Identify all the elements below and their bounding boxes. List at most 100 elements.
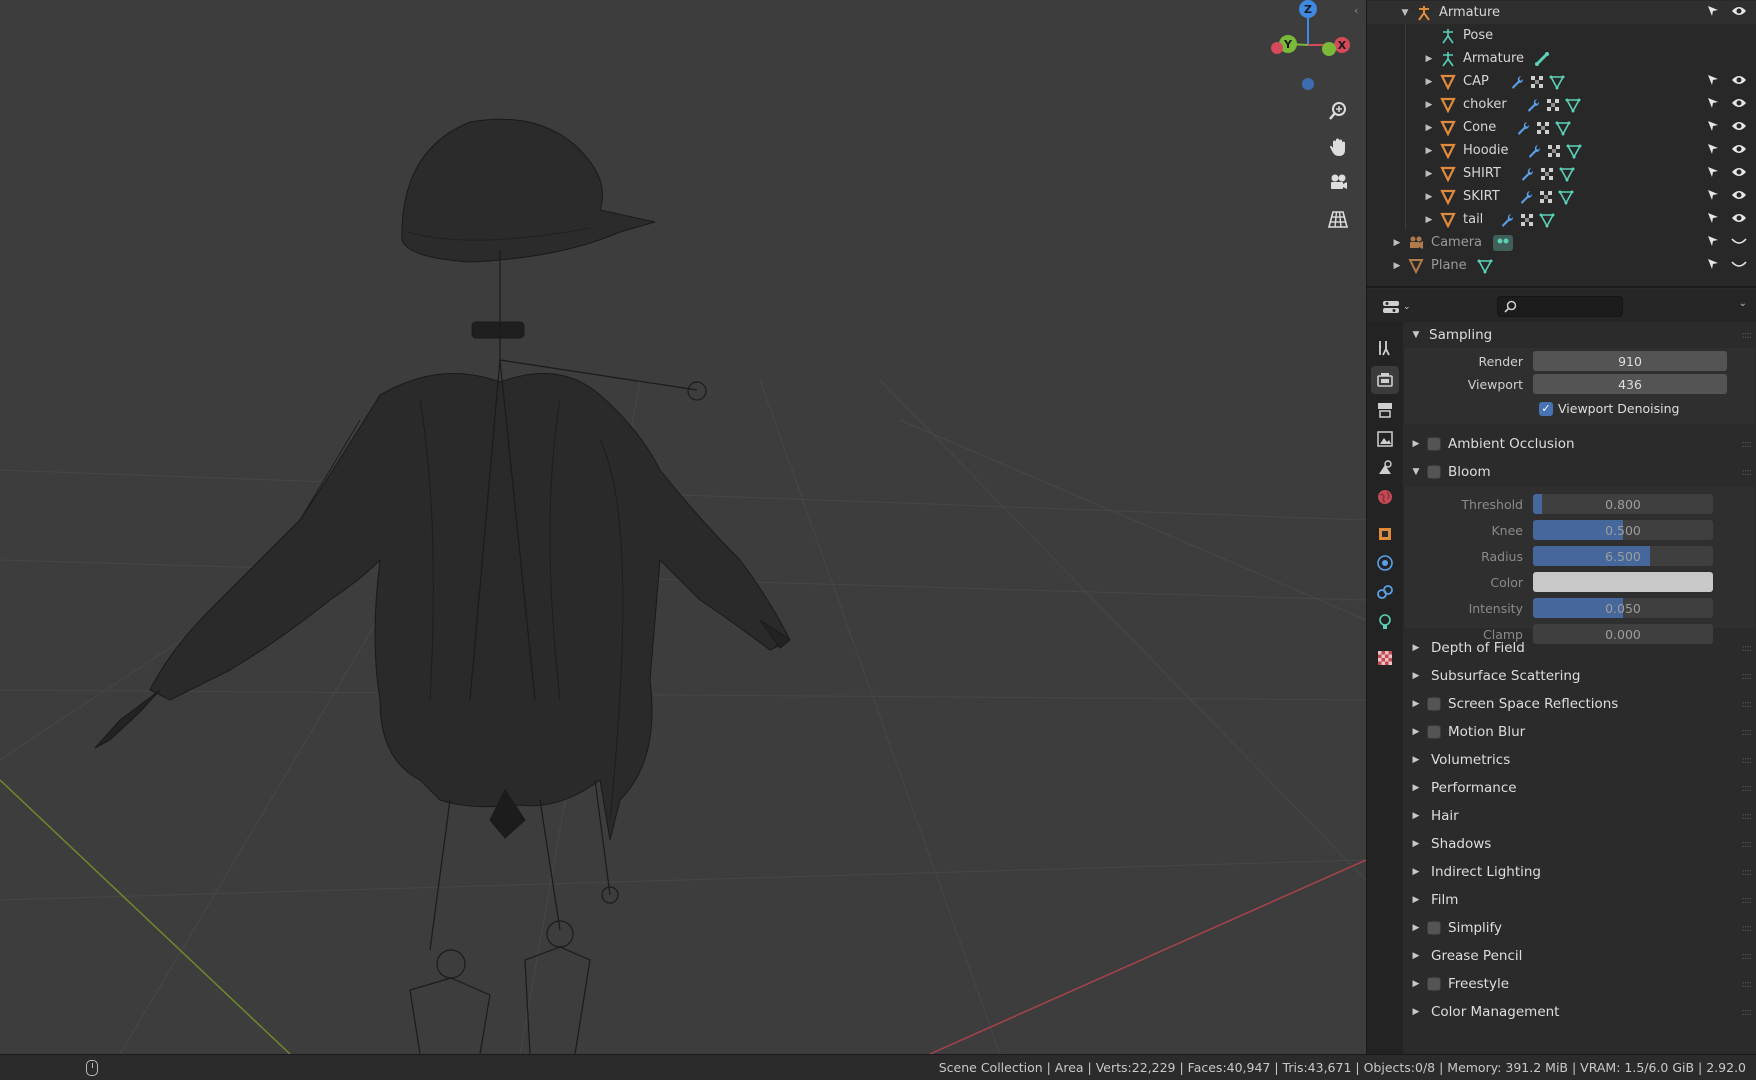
intensity-field[interactable]: 0.050: [1533, 598, 1713, 618]
mesh-data-icon[interactable]: [1565, 97, 1581, 113]
panel-color-management[interactable]: ▶ Color Management::::: [1405, 1000, 1755, 1024]
drag-grip-icon[interactable]: ::::: [1742, 979, 1753, 990]
mesh-data-icon[interactable]: [1555, 120, 1571, 136]
expand-triangle-icon[interactable]: ▶: [1423, 146, 1435, 156]
panel-shadows[interactable]: ▶ Shadows::::: [1405, 832, 1755, 856]
outliner-item-pose[interactable]: Pose: [1367, 24, 1756, 47]
outliner[interactable]: ▼ Armature Pose ▶ Armature ▶ CAP ▶ choker ▶ C…: [1367, 0, 1756, 288]
3d-viewport[interactable]: Z X Y ‹: [0, 0, 1366, 1054]
panel-hair[interactable]: ▶ Hair::::: [1405, 804, 1755, 828]
drag-grip-icon[interactable]: ::::: [1742, 699, 1753, 710]
panel-bloom[interactable]: ▼ Bloom ::::: [1405, 460, 1755, 484]
panel-enable-checkbox[interactable]: [1427, 465, 1441, 479]
tab-object[interactable]: [1371, 520, 1399, 548]
drag-grip-icon[interactable]: ::::: [1742, 755, 1753, 766]
tab-texture[interactable]: [1371, 644, 1399, 672]
mesh-data-icon[interactable]: [1539, 212, 1555, 228]
wrench-icon[interactable]: [1526, 143, 1542, 159]
mesh-data-icon[interactable]: [1566, 143, 1582, 159]
expand-triangle-icon[interactable]: ▶: [1423, 123, 1435, 133]
expand-triangle-icon[interactable]: ▶: [1423, 77, 1435, 87]
panel-screen-space-reflections[interactable]: ▶ Screen Space Reflections::::: [1405, 692, 1755, 716]
panel-depth-of-field[interactable]: ▶ Depth of Field::::: [1405, 636, 1755, 660]
tab-tool[interactable]: [1371, 334, 1399, 362]
eye-closed-icon[interactable]: [1731, 235, 1747, 251]
eye-icon[interactable]: [1731, 212, 1747, 228]
bone-icon[interactable]: [1534, 51, 1550, 67]
outliner-item-mesh[interactable]: ▶ CAP: [1367, 70, 1756, 93]
outliner-item-camera[interactable]: ▶ Camera: [1367, 231, 1756, 254]
panel-motion-blur[interactable]: ▶ Motion Blur::::: [1405, 720, 1755, 744]
eye-icon[interactable]: [1731, 143, 1747, 159]
wrench-icon[interactable]: [1499, 212, 1515, 228]
mesh-data-icon[interactable]: [1558, 189, 1574, 205]
select-arrow-icon[interactable]: [1707, 143, 1719, 159]
outliner-item-armature[interactable]: ▼ Armature: [1367, 1, 1756, 24]
drag-grip-icon[interactable]: ::::: [1742, 867, 1753, 878]
editor-type-button[interactable]: ⌄: [1382, 296, 1416, 318]
select-arrow-icon[interactable]: [1707, 5, 1719, 21]
radius-field[interactable]: 6.500: [1533, 546, 1713, 566]
expand-triangle-icon[interactable]: ▶: [1423, 100, 1435, 110]
tab-physics[interactable]: [1371, 549, 1399, 577]
outliner-item-mesh[interactable]: ▶ Hoodie: [1367, 139, 1756, 162]
select-arrow-icon[interactable]: [1707, 258, 1719, 274]
drag-grip-icon[interactable]: ::::: [1742, 467, 1753, 478]
drag-grip-icon[interactable]: ::::: [1742, 671, 1753, 682]
tab-constraints[interactable]: [1371, 578, 1399, 606]
outliner-item-mesh[interactable]: ▶ SKIRT: [1367, 185, 1756, 208]
panel-simplify[interactable]: ▶ Simplify::::: [1405, 916, 1755, 940]
vertex-groups-icon[interactable]: [1519, 212, 1535, 228]
expand-triangle-icon[interactable]: ▶: [1391, 238, 1403, 248]
select-arrow-icon[interactable]: [1707, 166, 1719, 182]
panel-enable-checkbox[interactable]: [1427, 977, 1441, 991]
expand-triangle-icon[interactable]: ▶: [1423, 169, 1435, 179]
wrench-icon[interactable]: [1518, 189, 1534, 205]
knee-field[interactable]: 0.500: [1533, 520, 1713, 540]
vertex-groups-icon[interactable]: [1546, 143, 1562, 159]
eye-icon[interactable]: [1731, 166, 1747, 182]
select-arrow-icon[interactable]: [1707, 212, 1719, 228]
outliner-item-armature-data[interactable]: ▶ Armature: [1367, 47, 1756, 70]
drag-grip-icon[interactable]: ::::: [1742, 783, 1753, 794]
grid-icon[interactable]: [1322, 203, 1354, 235]
panel-volumetrics[interactable]: ▶ Volumetrics::::: [1405, 748, 1755, 772]
panel-indirect-lighting[interactable]: ▶ Indirect Lighting::::: [1405, 860, 1755, 884]
wrench-icon[interactable]: [1525, 97, 1541, 113]
eye-icon[interactable]: [1731, 97, 1747, 113]
threshold-field[interactable]: 0.800: [1533, 494, 1713, 514]
panel-enable-checkbox[interactable]: [1427, 725, 1441, 739]
vertex-groups-icon[interactable]: [1545, 97, 1561, 113]
vertex-groups-icon[interactable]: [1539, 166, 1555, 182]
color-swatch[interactable]: [1533, 572, 1713, 592]
outliner-item-mesh[interactable]: ▶ Cone: [1367, 116, 1756, 139]
eye-icon[interactable]: [1731, 120, 1747, 136]
vertex-groups-icon[interactable]: [1535, 120, 1551, 136]
panel-grease-pencil[interactable]: ▶ Grease Pencil::::: [1405, 944, 1755, 968]
panel-film[interactable]: ▶ Film::::: [1405, 888, 1755, 912]
tab-scene[interactable]: [1371, 454, 1399, 482]
viewport-samples-field[interactable]: 436: [1533, 374, 1727, 394]
drag-grip-icon[interactable]: ::::: [1742, 923, 1753, 934]
expand-triangle-icon[interactable]: ▶: [1423, 54, 1435, 64]
vertex-groups-icon[interactable]: [1529, 74, 1545, 90]
mesh-data-icon[interactable]: [1549, 74, 1565, 90]
panel-freestyle[interactable]: ▶ Freestyle::::: [1405, 972, 1755, 996]
drag-grip-icon[interactable]: ::::: [1742, 1007, 1753, 1018]
wrench-icon[interactable]: [1509, 74, 1525, 90]
outliner-item-mesh[interactable]: ▶ choker: [1367, 93, 1756, 116]
panel-ambient-occlusion[interactable]: ▶ Ambient Occlusion ::::: [1405, 432, 1755, 456]
drag-grip-icon[interactable]: ::::: [1742, 643, 1753, 654]
expand-triangle-icon[interactable]: ▶: [1423, 192, 1435, 202]
eye-closed-icon[interactable]: [1731, 258, 1747, 274]
drag-grip-icon[interactable]: ::::: [1742, 811, 1753, 822]
hand-icon[interactable]: [1322, 131, 1354, 163]
mesh-data-icon[interactable]: [1559, 166, 1575, 182]
panel-enable-checkbox[interactable]: [1427, 921, 1441, 935]
drag-grip-icon[interactable]: ::::: [1742, 439, 1753, 450]
outliner-item-mesh[interactable]: ▶ SHIRT: [1367, 162, 1756, 185]
expand-triangle-icon[interactable]: ▶: [1423, 215, 1435, 225]
mesh-data-icon[interactable]: [1477, 258, 1493, 274]
zoom-icon[interactable]: [1322, 95, 1354, 127]
render-samples-field[interactable]: 910: [1533, 351, 1727, 371]
